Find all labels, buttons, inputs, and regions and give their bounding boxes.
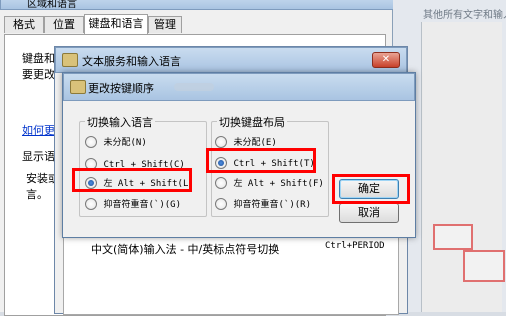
left-option-grave-accent-label: 抑音符重音(`)(G) — [103, 200, 182, 210]
right-fragment-text: 其他所有文字和输入 — [423, 10, 506, 21]
text-services-title: 文本服务和输入语言 — [82, 55, 181, 68]
right-option-left-alt-shift[interactable]: 左 Alt + Shift(F) — [215, 176, 327, 190]
keyboards-label: 键盘和 — [22, 52, 55, 65]
region-window-titlebar: 区域和语言 — [0, 0, 394, 10]
install-label-2: 言。 — [26, 188, 48, 201]
dialog-titlebar: 更改按键顺序 — [63, 73, 415, 101]
right-option-unassigned[interactable]: 未分配(E) — [215, 135, 325, 149]
left-radio-unassigned[interactable] — [85, 136, 97, 148]
right-fragment-button-2 — [463, 250, 505, 282]
text-services-titlebar: 文本服务和输入语言 ✕ — [55, 47, 407, 73]
hotkey-row[interactable]: 中文(简体)输入法 - 中/英标点符号切换 Ctrl+PERIOD — [91, 241, 391, 256]
left-option-unassigned[interactable]: 未分配(N) — [85, 135, 201, 149]
right-radio-unassigned[interactable] — [215, 136, 227, 148]
change-label: 要更改 — [22, 68, 55, 81]
right-option-left-alt-shift-label: 左 Alt + Shift(F) — [233, 179, 324, 189]
highlight-ctrl-shift-right — [206, 148, 316, 173]
highlight-ok-button — [332, 174, 410, 204]
keyboard-icon — [70, 80, 86, 94]
hotkey-row-name: 中文(简体)输入法 - 中/英标点符号切换 — [91, 243, 280, 256]
highlight-left-alt-shift — [72, 168, 192, 192]
right-fragment-button-1 — [433, 224, 473, 250]
right-option-grave-accent-label: 抑音符重音(`)(R) — [233, 200, 312, 210]
left-option-unassigned-label: 未分配(N) — [103, 138, 147, 148]
dialog-title-blur — [174, 83, 214, 91]
switch-input-language-title: 切换输入语言 — [85, 114, 155, 130]
right-option-grave-accent[interactable]: 抑音符重音(`)(R) — [215, 197, 327, 211]
display-language-label: 显示语 — [22, 150, 55, 163]
cancel-button[interactable]: 取消 — [339, 203, 399, 223]
tab-keyboards-languages[interactable]: 键盘和语言 — [84, 14, 148, 35]
left-radio-grave-accent[interactable] — [85, 198, 97, 210]
how-link[interactable]: 如何更 — [22, 122, 55, 138]
tab-formats[interactable]: 格式 — [4, 16, 44, 33]
region-window-title: 区域和语言 — [27, 0, 77, 10]
tab-location[interactable]: 位置 — [44, 16, 84, 33]
close-icon[interactable]: ✕ — [372, 52, 400, 68]
right-option-unassigned-label: 未分配(E) — [233, 138, 277, 148]
right-radio-grave-accent[interactable] — [215, 198, 227, 210]
switch-keyboard-layout-title: 切换键盘布局 — [217, 114, 287, 130]
left-option-grave-accent[interactable]: 抑音符重音(`)(G) — [85, 197, 203, 211]
dialog-title: 更改按键顺序 — [88, 82, 154, 95]
hotkey-row-keys: Ctrl+PERIOD — [325, 241, 385, 251]
tab-administrative[interactable]: 管理 — [148, 16, 182, 33]
right-radio-left-alt-shift[interactable] — [215, 177, 227, 189]
keyboard-app-icon — [62, 53, 78, 67]
